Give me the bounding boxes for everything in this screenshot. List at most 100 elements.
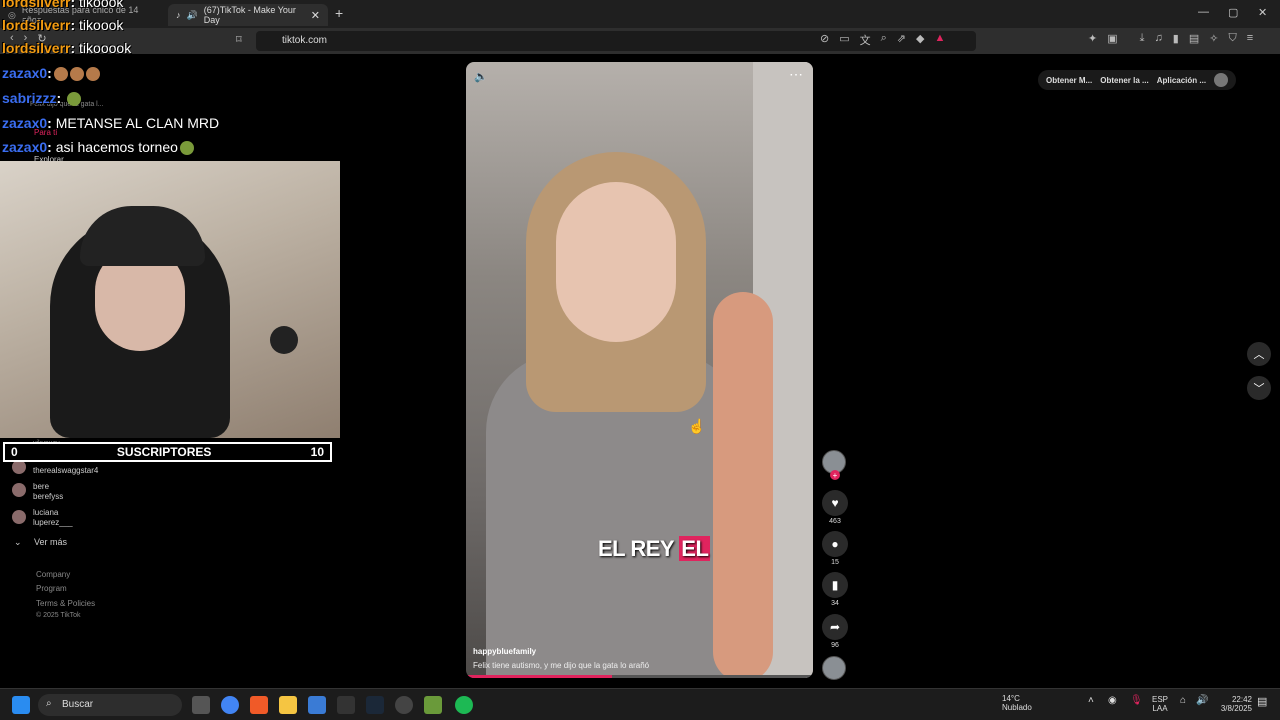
subscriber-goal: 0 SUSCRIPTORES 10 (3, 442, 332, 462)
clock-time: 22:42 (1231, 695, 1252, 704)
cast-icon[interactable]: ▭ (839, 32, 849, 48)
tray-chevron-icon[interactable]: ˄ (1088, 695, 1094, 706)
close-tab-icon[interactable]: ✕ (311, 9, 320, 22)
following-name[interactable]: bere (33, 482, 49, 491)
browser-extensions: ✦ ▣ ⤓ ♫ ▮ ▤ ✧ ⛉ ≡ (1088, 32, 1253, 45)
avatar[interactable] (12, 483, 26, 497)
sound-avatar[interactable] (822, 656, 846, 680)
save-count: 34 (831, 600, 839, 607)
minimize-button[interactable]: — (1198, 6, 1209, 18)
comment-icon[interactable]: ● (822, 531, 848, 557)
weather-widget[interactable]: 14°C Nublado (984, 694, 1032, 712)
profile-avatar[interactable] (1214, 73, 1229, 87)
video-progress-bar[interactable] (466, 675, 813, 678)
rewards-icon[interactable]: ▲ (934, 32, 945, 48)
sidebar-icon[interactable]: ▮ (1173, 32, 1179, 45)
chat-user: zazax0 (2, 65, 48, 81)
more-options-icon[interactable]: ⋯ (789, 66, 803, 83)
chat-message: lordsilverr: tikooook (2, 40, 132, 56)
bookmark-icon[interactable]: ⌑ (236, 33, 242, 46)
footer-terms[interactable]: Terms & Policies (36, 599, 95, 608)
steam-icon[interactable] (366, 696, 384, 714)
tiktok-favicon-icon: ♪ (176, 10, 181, 20)
close-window-button[interactable]: ✕ (1258, 6, 1267, 19)
caption-text: EL REY (598, 536, 674, 561)
tab-tiktok[interactable]: ♪ 🔊 (67)TikTok - Make Your Day ✕ (168, 4, 328, 26)
menu-icon[interactable]: ≡ (1247, 32, 1253, 45)
download-icon[interactable]: ⤓ (1140, 32, 1145, 45)
extensions-icon[interactable]: ✦ (1088, 32, 1097, 45)
vpn-icon[interactable]: ⛉ (1228, 32, 1236, 45)
epic-games-icon[interactable] (337, 696, 355, 714)
chat-message: zazax0: asi hacemos torneo (2, 139, 194, 156)
following-handle[interactable]: therealswaggstar4 (33, 466, 98, 475)
following-handle[interactable]: luperez___ (33, 518, 73, 527)
maximize-button[interactable]: ▢ (1228, 6, 1238, 19)
comment-count: 15 (831, 559, 839, 566)
weather-desc: Nublado (1002, 703, 1032, 712)
video-username[interactable]: happybluefamily (473, 647, 536, 656)
wallet2-icon[interactable]: ▤ (1189, 32, 1199, 45)
store-icon[interactable] (308, 696, 326, 714)
obs-icon[interactable] (395, 696, 413, 714)
video-description: Felix tiene autismo, y me dijo que la ga… (473, 661, 650, 670)
headphones-icon (80, 206, 205, 266)
new-tab-button[interactable]: + (335, 5, 343, 21)
layout-code: LAA (1152, 704, 1168, 713)
follow-plus-icon[interactable]: + (830, 470, 840, 480)
mic-muted-icon[interactable]: 🎙 (1130, 695, 1143, 706)
wallet-icon[interactable]: ▣ (1107, 32, 1117, 45)
taskbar-search[interactable]: ⌕ Buscar (38, 694, 182, 716)
video-subject (556, 182, 676, 342)
discord-icon[interactable]: ◉ (1108, 695, 1117, 706)
get-coins-button[interactable]: Obtener M... (1046, 76, 1092, 85)
heart-icon[interactable]: ♥ (822, 490, 848, 516)
share-action[interactable]: ➦ 96 (822, 614, 848, 649)
chat-user: zazax0 (2, 139, 48, 155)
video-player[interactable]: 🔈 ⋯ EL REY EL happybluefamily Felix tien… (466, 62, 813, 678)
chevron-down-icon[interactable]: ⌄ (14, 537, 22, 548)
network-icon[interactable]: ⌂ (1180, 695, 1186, 706)
app-icon[interactable] (424, 696, 442, 714)
share-icon[interactable]: ⇗ (897, 32, 906, 48)
notification-icon[interactable]: ▤ (1257, 695, 1267, 708)
like-action[interactable]: ♥ 463 (822, 490, 848, 525)
video-subject (713, 292, 773, 678)
previous-video-button[interactable]: ︿ (1247, 342, 1271, 366)
footer-program[interactable]: Program (36, 584, 67, 593)
no-script-icon[interactable]: ⊘ (820, 32, 829, 48)
music-icon[interactable]: ♫ (1155, 32, 1163, 45)
volume-icon[interactable]: 🔈 (474, 70, 488, 83)
next-video-button[interactable]: ﹀ (1247, 376, 1271, 400)
bookmark-icon[interactable]: ▮ (822, 572, 848, 598)
chrome-icon[interactable] (221, 696, 239, 714)
subs-start: 0 (11, 445, 18, 459)
shield-icon[interactable]: ◆ (916, 32, 924, 48)
app-download-button[interactable]: Aplicación ... (1157, 76, 1206, 85)
spotify-icon[interactable] (455, 696, 473, 714)
speaker-icon[interactable]: 🔊 (187, 10, 198, 21)
get-app-button[interactable]: Obtener la ... (1100, 76, 1148, 85)
chat-user: sabrizzz (2, 90, 57, 106)
browser-tab-strip: ◎ Respuestas para chico de 14 años ♪ 🔊 (… (0, 0, 1280, 28)
task-view-icon[interactable] (192, 696, 210, 714)
following-handle[interactable]: berefyss (33, 492, 63, 501)
share-arrow-icon[interactable]: ➦ (822, 614, 848, 640)
save-action[interactable]: ▮ 34 (822, 572, 848, 607)
language-indicator[interactable]: ESP LAA (1152, 695, 1168, 713)
following-name[interactable]: luciana (33, 508, 58, 517)
start-icon[interactable] (12, 696, 30, 714)
translate-icon[interactable]: 文 (860, 32, 871, 48)
see-more-link[interactable]: Ver más (34, 537, 67, 547)
clock[interactable]: 22:42 3/8/2025 (1214, 695, 1252, 713)
avatar[interactable] (12, 460, 26, 474)
comment-action[interactable]: ● 15 (822, 531, 848, 566)
search-label: Buscar (62, 699, 94, 710)
brave-icon[interactable] (250, 696, 268, 714)
ai-icon[interactable]: ✧ (1209, 32, 1218, 45)
zoom-icon[interactable]: ⌕ (881, 32, 887, 48)
file-explorer-icon[interactable] (279, 696, 297, 714)
volume-tray-icon[interactable]: 🔊 (1196, 695, 1208, 706)
footer-company[interactable]: Company (36, 570, 70, 579)
avatar[interactable] (12, 510, 26, 524)
